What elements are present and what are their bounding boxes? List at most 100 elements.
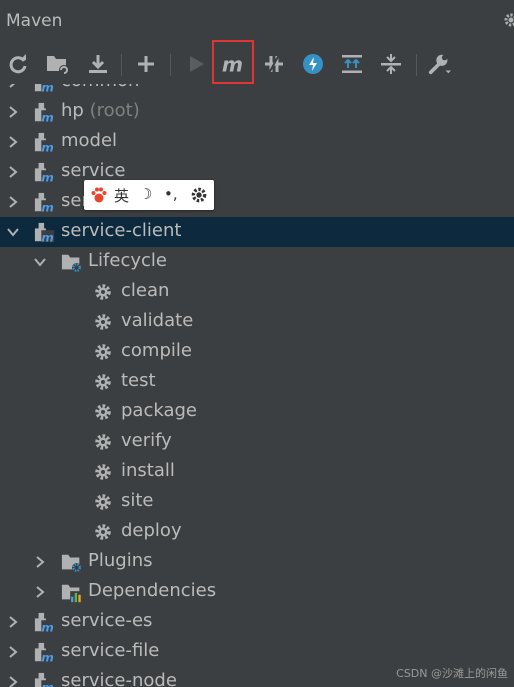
maven-project-tree: mcommonmhp (root)mmodelmservicemservice-… (0, 84, 514, 687)
tree-row-text: Lifecycle (88, 250, 167, 271)
tree-row-text: compile (121, 340, 192, 361)
chevron-right-icon[interactable] (6, 615, 20, 629)
tree-row-service[interactable]: m service (0, 157, 514, 187)
svg-text:m: m (41, 620, 53, 634)
tree-row-text: validate (121, 310, 194, 331)
tree-row-text: Dependencies (88, 580, 217, 601)
tree-row-label: Plugins (88, 550, 152, 571)
tree-row-test[interactable]: test (0, 367, 514, 397)
add-folder-icon[interactable] (46, 52, 70, 76)
tree-row-label: deploy (121, 520, 182, 541)
toolbar-separator (121, 54, 122, 76)
chevron-down-icon[interactable] (6, 225, 20, 239)
chevron-right-icon[interactable] (6, 105, 20, 119)
folder-gear-icon (61, 554, 82, 573)
chevron-right-icon[interactable] (33, 585, 47, 599)
chevron-down-icon[interactable] (33, 255, 47, 269)
download-icon[interactable] (86, 52, 110, 76)
maven-module-icon: m (34, 672, 55, 687)
tree-row-install[interactable]: install (0, 457, 514, 487)
toggle-offline-icon[interactable] (262, 52, 286, 76)
ime-language: 英 (114, 187, 130, 205)
tree-row-validate[interactable]: validate (0, 307, 514, 337)
tree-row-text: deploy (121, 520, 182, 541)
tree-row-compile[interactable]: compile (0, 337, 514, 367)
tree-row-label: hp (root) (61, 100, 140, 121)
tree-row-text: service-file (61, 640, 160, 661)
tree-row-text: site (121, 490, 154, 511)
toolbar-separator (416, 54, 417, 76)
tree-row-service-es[interactable]: m service-es (0, 607, 514, 637)
tree-row-service-file[interactable]: m service-file (0, 637, 514, 667)
tree-row-text: install (121, 460, 175, 481)
ime-toolbar[interactable]: 英 ☽ •, (84, 180, 214, 210)
chevron-right-icon[interactable] (6, 645, 20, 659)
chevron-right-icon[interactable] (6, 675, 20, 687)
punctuation-icon: •, (164, 185, 178, 203)
tree-row-text: Plugins (88, 550, 153, 571)
tree-row-text: clean (121, 280, 170, 301)
expand-all-icon[interactable] (340, 52, 364, 76)
tree-row-plugins[interactable]: Plugins (0, 547, 514, 577)
tree-row-package[interactable]: package (0, 397, 514, 427)
tree-row-label: service-node (61, 670, 177, 687)
tree-row-label: verify (121, 430, 172, 451)
tree-row-dependencies[interactable]: Dependencies (0, 577, 514, 607)
maven-module-icon: m (34, 102, 55, 124)
tree-row-label: test (121, 370, 156, 391)
tree-row-deploy[interactable]: deploy (0, 517, 514, 547)
tree-row-text: test (121, 370, 156, 391)
tree-row-verify[interactable]: verify (0, 427, 514, 457)
tree-row-label: package (121, 400, 197, 421)
moon-icon: ☽ (139, 185, 153, 203)
tree-row-service-beans[interactable]: mservice-beans (0, 187, 514, 217)
toolbar-separator (170, 54, 171, 76)
tree-row-model[interactable]: m model (0, 127, 514, 157)
tree-row-text: verify (121, 430, 172, 451)
watermark: CSDN @沙滩上的闲鱼 (396, 667, 508, 680)
tree-row-label: service-file (61, 640, 159, 661)
tree-row-label: install (121, 460, 175, 481)
maven-module-icon: m (34, 84, 55, 94)
folder-gear-icon (61, 254, 82, 273)
tree-row-label: clean (121, 280, 169, 301)
gear-icon (95, 344, 111, 360)
run-icon[interactable] (184, 52, 208, 76)
lightning-icon[interactable] (301, 52, 325, 76)
wrench-icon[interactable] (428, 52, 452, 76)
tree-row-lifecycle[interactable]: Lifecycle (0, 247, 514, 277)
gear-icon (95, 284, 111, 300)
chevron-right-icon[interactable] (6, 165, 20, 179)
root-suffix: (root) (89, 100, 140, 121)
maven-toolbar: m (0, 44, 514, 84)
chevron-right-icon[interactable] (6, 195, 20, 209)
tree-row-site[interactable]: site (0, 487, 514, 517)
maven-module-icon: m (34, 612, 55, 634)
chevron-right-icon[interactable] (33, 555, 47, 569)
svg-text:m: m (41, 680, 53, 687)
settings-gear-icon[interactable] (503, 12, 514, 32)
chevron-right-icon[interactable] (6, 135, 20, 149)
reload-icon[interactable] (6, 52, 30, 76)
highlight-box (212, 40, 254, 84)
tree-row-text: hp (61, 100, 84, 121)
tree-row-service-client[interactable]: m service-client (0, 217, 514, 247)
collapse-all-icon[interactable] (379, 52, 403, 76)
svg-text:m: m (41, 230, 53, 244)
chevron-right-icon[interactable] (6, 84, 20, 89)
tree-row-label: common (61, 84, 139, 91)
tree-row-text: common (61, 84, 139, 91)
maven-module-icon: m (34, 162, 55, 184)
svg-text:m: m (41, 170, 53, 184)
gear-icon (95, 464, 111, 480)
svg-text:m: m (41, 200, 53, 214)
gear-icon (95, 494, 111, 510)
tree-row-hp[interactable]: m hp (root) (0, 97, 514, 127)
tree-row-clean[interactable]: clean (0, 277, 514, 307)
maven-module-icon: m (34, 192, 55, 214)
plus-icon[interactable] (134, 52, 158, 76)
tree-row-common[interactable]: m common (0, 84, 514, 97)
tree-row-text: service-node (61, 670, 177, 687)
tree-row-label: site (121, 490, 154, 511)
gear-icon (95, 404, 111, 420)
